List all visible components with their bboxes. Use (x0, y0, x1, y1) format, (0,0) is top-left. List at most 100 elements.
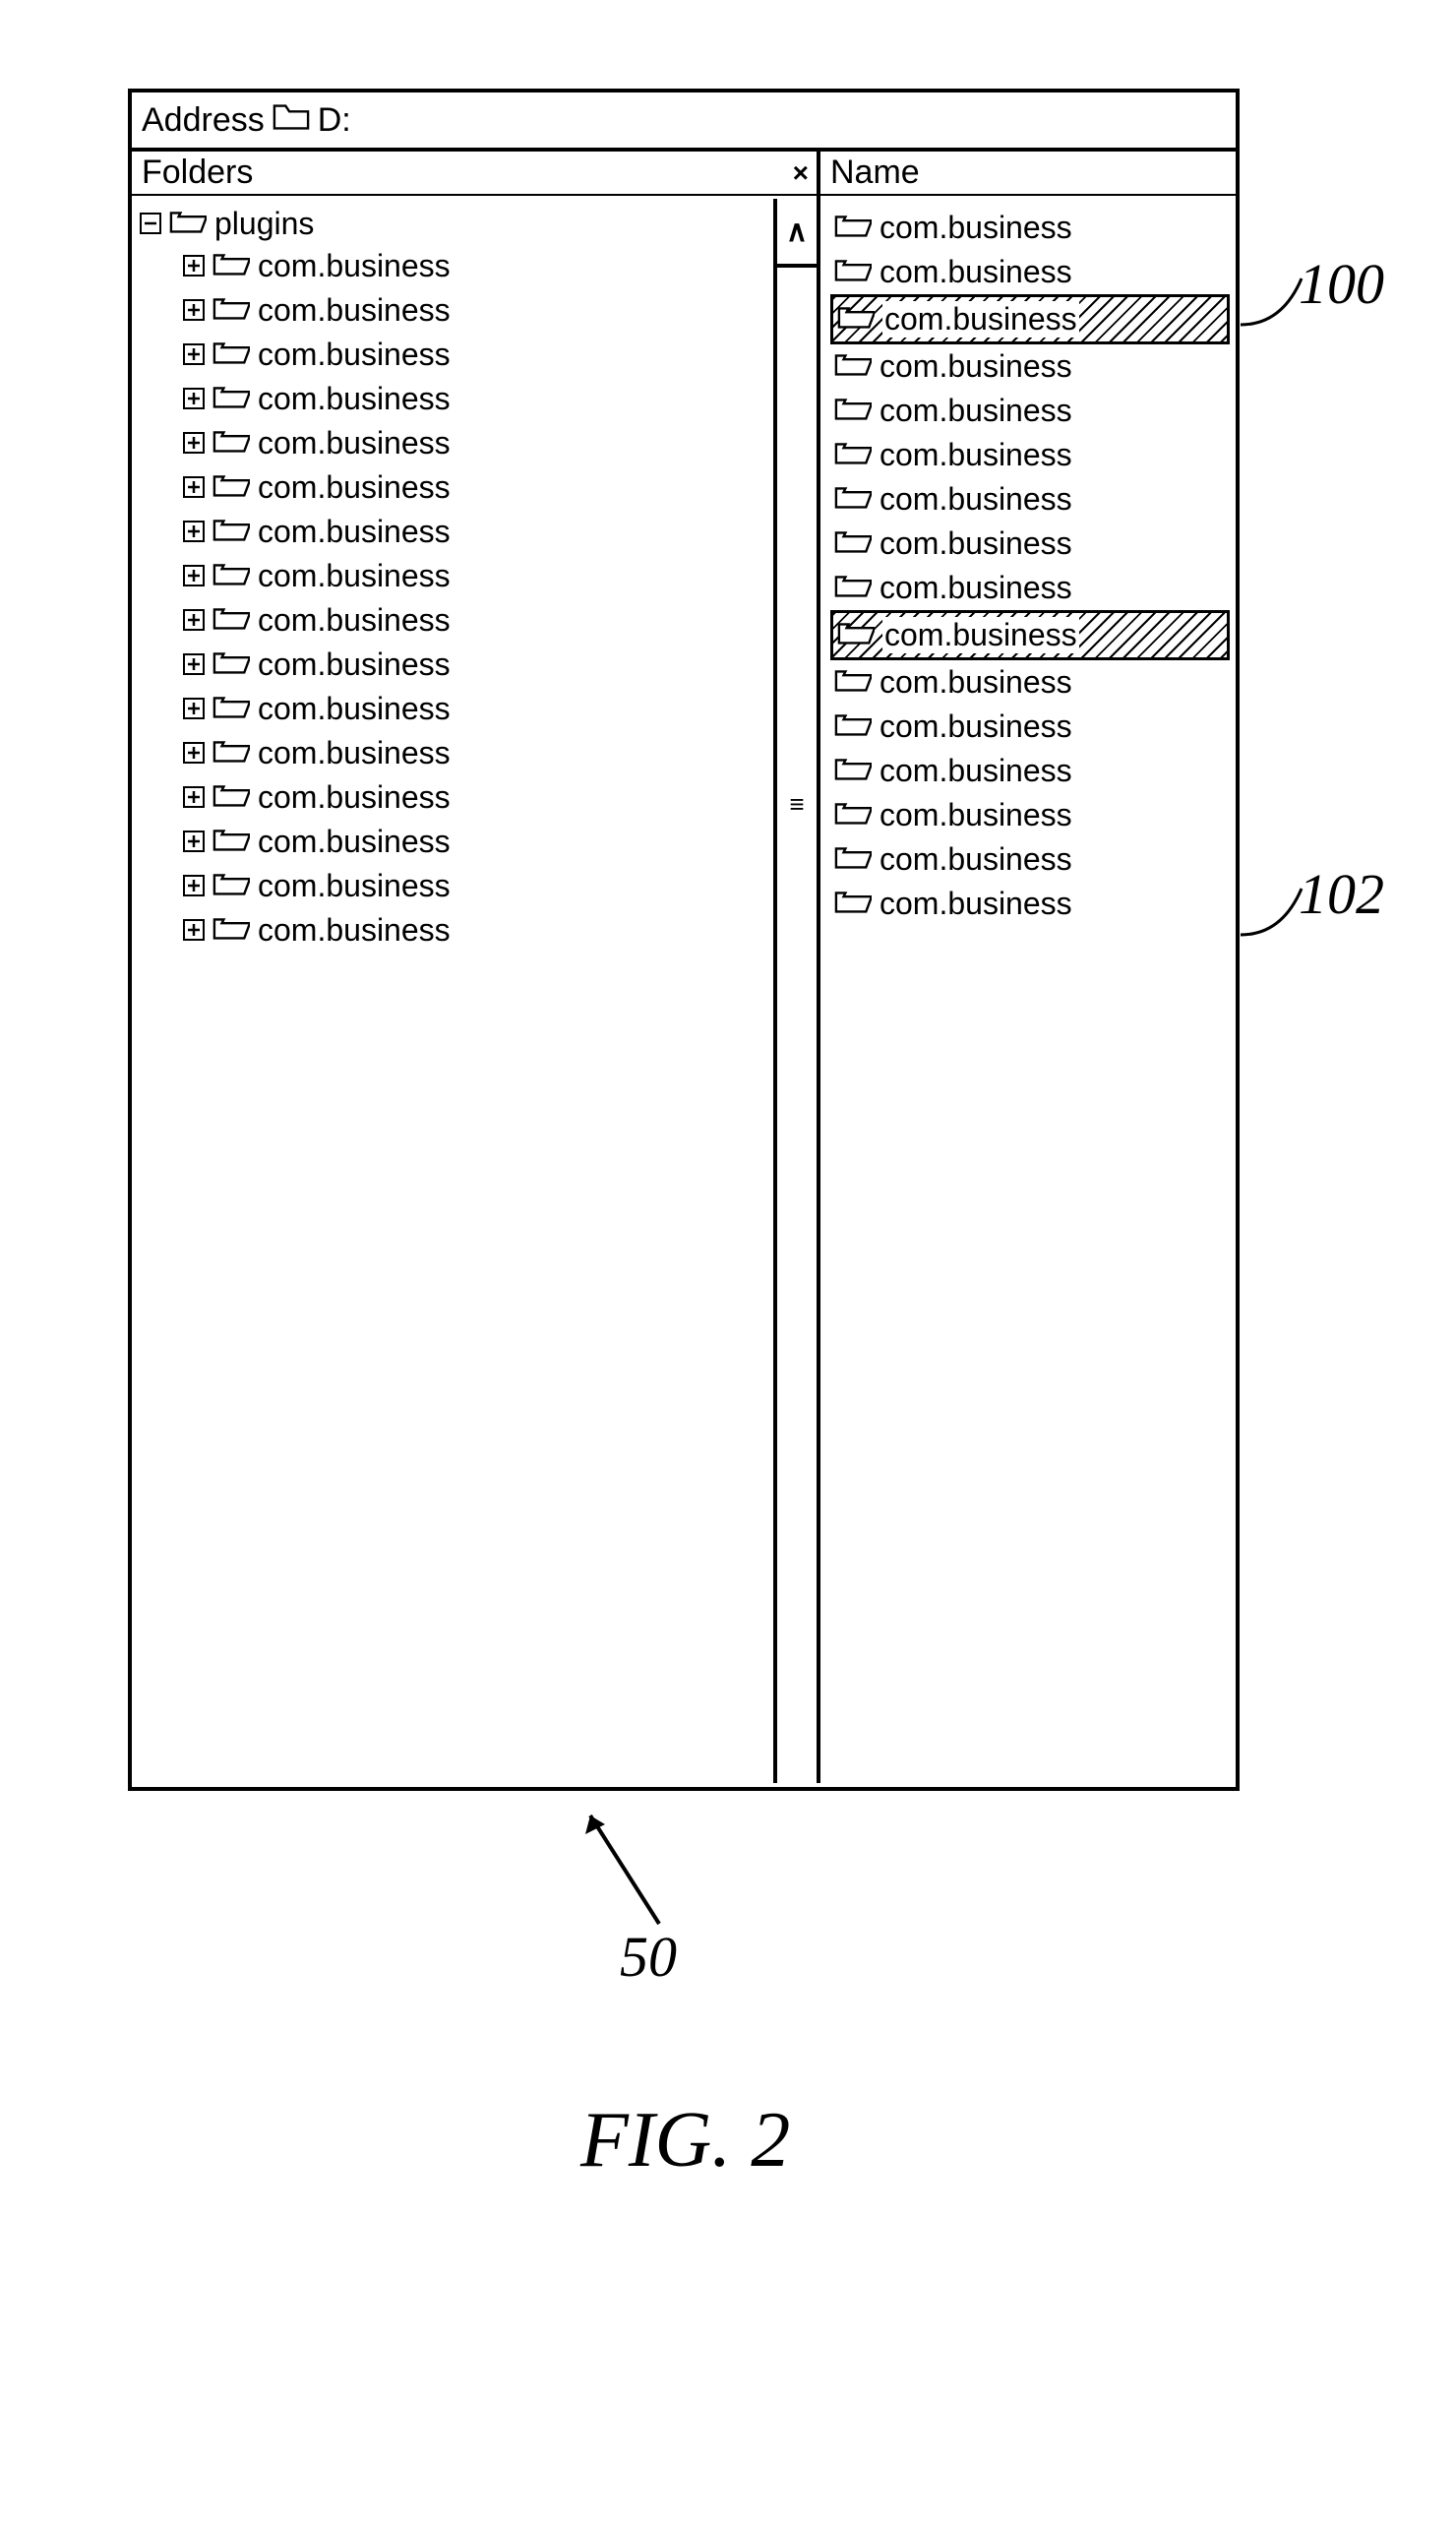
tree-item[interactable]: com.business (183, 912, 813, 949)
folder-icon (212, 337, 250, 373)
close-icon[interactable]: × (793, 157, 809, 189)
folder-tree: plugins com.business (132, 196, 817, 966)
expand-icon[interactable] (183, 292, 205, 329)
list-item-label: com.business (880, 664, 1072, 701)
tree-item[interactable]: com.business (183, 425, 813, 462)
tree-item[interactable]: com.business (183, 868, 813, 904)
tree-item[interactable]: com.business (183, 381, 813, 417)
tree-item[interactable]: com.business (183, 248, 813, 284)
scroll-thumb[interactable]: ≡ (779, 760, 815, 848)
list-item[interactable]: com.business (830, 522, 1236, 566)
list-item-label: com.business (880, 797, 1072, 833)
tree-item-label: com.business (258, 292, 451, 329)
tree-root-label: plugins (214, 206, 314, 242)
list-item-label: com.business (880, 570, 1072, 606)
list-item[interactable]: com.business (830, 660, 1236, 705)
tree-scrollbar[interactable]: ∧ ≡ (773, 199, 817, 1783)
list-item[interactable]: com.business (830, 250, 1236, 294)
folder-icon (834, 481, 872, 518)
list-item[interactable]: com.business (830, 206, 1236, 250)
folder-icon (834, 393, 872, 429)
folder-icon (212, 735, 250, 771)
folder-icon (837, 617, 875, 653)
tree-item-label: com.business (258, 514, 451, 550)
address-bar: Address D: (132, 92, 1236, 152)
list-item-label: com.business (880, 481, 1072, 518)
tree-root-row[interactable]: plugins (140, 206, 813, 242)
list-item-label: com.business (880, 393, 1072, 429)
tree-item-label: com.business (258, 691, 451, 727)
expand-icon[interactable] (183, 646, 205, 683)
tree-item[interactable]: com.business (183, 646, 813, 683)
tree-item[interactable]: com.business (183, 735, 813, 771)
expand-icon[interactable] (183, 912, 205, 949)
folder-icon (212, 868, 250, 904)
expand-icon[interactable] (183, 425, 205, 462)
list-item-label: com.business (880, 841, 1072, 878)
folder-icon (834, 210, 872, 246)
tree-item[interactable]: com.business (183, 514, 813, 550)
tree-item[interactable]: com.business (183, 779, 813, 816)
folder-icon (834, 348, 872, 385)
tree-item[interactable]: com.business (183, 337, 813, 373)
folder-icon (212, 469, 250, 506)
folders-title: Folders (142, 154, 253, 192)
file-explorer-window: Address D: Folders × (128, 89, 1240, 1791)
list-item-label: com.business (880, 437, 1072, 473)
folder-icon (212, 425, 250, 462)
list-item[interactable]: com.business (830, 477, 1236, 522)
folder-icon (834, 570, 872, 606)
address-label: Address (142, 101, 265, 140)
expand-icon[interactable] (183, 779, 205, 816)
figure-caption: FIG. 2 (580, 2096, 790, 2185)
folder-icon (834, 254, 872, 290)
content-header-name[interactable]: Name (820, 152, 1236, 196)
scroll-track[interactable]: ≡ (777, 268, 817, 1783)
list-item[interactable]: com.business (830, 433, 1236, 477)
tree-item-label: com.business (258, 735, 451, 771)
expand-icon[interactable] (183, 337, 205, 373)
expand-icon[interactable] (183, 868, 205, 904)
folder-icon (273, 101, 310, 140)
list-item-label: com.business (880, 348, 1072, 385)
list-item-highlighted[interactable]: com.business (830, 610, 1230, 660)
folder-icon (212, 646, 250, 683)
expand-icon[interactable] (183, 248, 205, 284)
explorer-body: Folders × plugins (132, 152, 1236, 1783)
expand-icon[interactable] (183, 735, 205, 771)
tree-item-label: com.business (258, 558, 451, 594)
tree-item[interactable]: com.business (183, 292, 813, 329)
collapse-icon[interactable] (140, 206, 161, 242)
address-value: D: (318, 101, 351, 140)
list-item[interactable]: com.business (830, 882, 1236, 926)
figure-id-label: 50 (620, 1924, 677, 1990)
expand-icon[interactable] (183, 381, 205, 417)
expand-icon[interactable] (183, 558, 205, 594)
folder-icon (837, 301, 875, 338)
tree-item[interactable]: com.business (183, 691, 813, 727)
tree-item-label: com.business (258, 912, 451, 949)
list-item[interactable]: com.business (830, 344, 1236, 389)
list-item[interactable]: com.business (830, 793, 1236, 837)
folder-open-icon (169, 206, 207, 242)
leader-line-icon (1233, 881, 1311, 940)
tree-item[interactable]: com.business (183, 824, 813, 860)
tree-item[interactable]: com.business (183, 602, 813, 639)
expand-icon[interactable] (183, 602, 205, 639)
expand-icon[interactable] (183, 824, 205, 860)
list-item-highlighted[interactable]: com.business (830, 294, 1230, 344)
tree-item[interactable]: com.business (183, 469, 813, 506)
folder-icon (834, 708, 872, 745)
list-item[interactable]: com.business (830, 566, 1236, 610)
list-item[interactable]: com.business (830, 837, 1236, 882)
expand-icon[interactable] (183, 469, 205, 506)
tree-item[interactable]: com.business (183, 558, 813, 594)
list-item[interactable]: com.business (830, 705, 1236, 749)
folder-icon (212, 558, 250, 594)
expand-icon[interactable] (183, 691, 205, 727)
tree-item-label: com.business (258, 646, 451, 683)
scroll-up-icon[interactable]: ∧ (777, 199, 817, 268)
expand-icon[interactable] (183, 514, 205, 550)
list-item[interactable]: com.business (830, 389, 1236, 433)
list-item[interactable]: com.business (830, 749, 1236, 793)
